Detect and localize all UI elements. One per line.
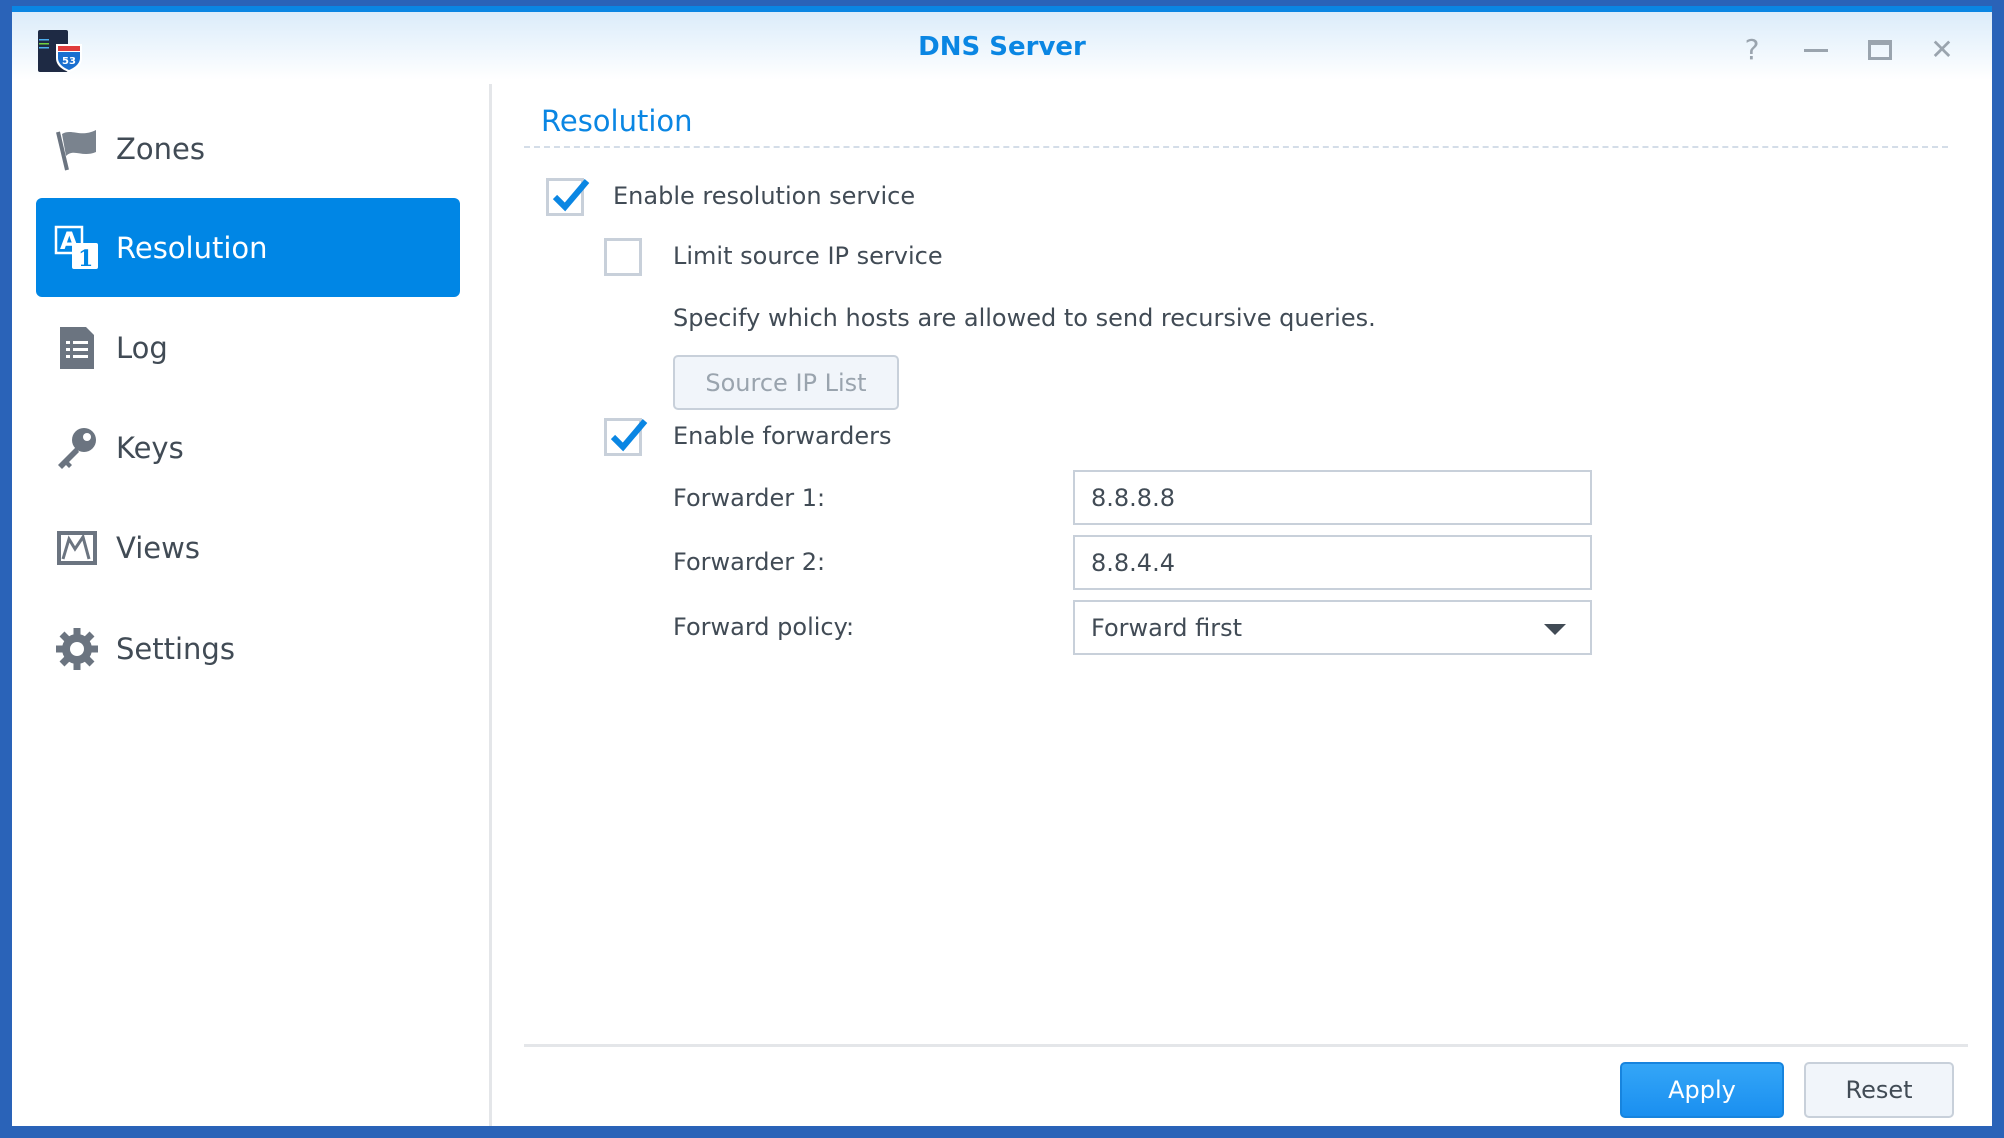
checkmark-icon [610, 419, 648, 452]
sidebar-item-label: Log [116, 330, 168, 365]
gear-icon [54, 626, 100, 672]
enable-resolution-checkbox[interactable] [546, 178, 590, 216]
sidebar-item-label: Zones [116, 131, 205, 166]
footer-divider [524, 1044, 1968, 1047]
views-icon [54, 525, 100, 571]
enable-forwarders-label: Enable forwarders [673, 422, 892, 450]
checkmark-icon [552, 179, 590, 212]
window-title: DNS Server [918, 32, 1086, 62]
sidebar-item-log[interactable]: Log [36, 298, 460, 397]
sidebar-item-label: Keys [116, 430, 184, 465]
sidebar-item-views[interactable]: Views [36, 498, 460, 597]
forwarder-2-input[interactable]: 8.8.4.4 [1073, 535, 1592, 590]
forward-policy-label: Forward policy: [673, 613, 855, 641]
key-icon [54, 425, 100, 471]
forward-policy-value: Forward first [1091, 613, 1243, 642]
resolution-panel: Resolution Enable resolution service Lim… [524, 80, 1992, 1126]
forward-policy-select[interactable]: Forward first [1073, 600, 1592, 655]
dns-server-window: 53 DNS Server ? ✕ Zones A1 Resolution Lo… [12, 6, 1992, 1126]
help-icon[interactable]: ? [1736, 34, 1768, 66]
title-bar: 53 DNS Server ? ✕ [12, 12, 1992, 80]
sidebar: Zones A1 Resolution Log Keys Views Setti… [12, 80, 491, 1126]
limit-source-ip-label: Limit source IP service [673, 242, 943, 270]
close-icon[interactable]: ✕ [1926, 34, 1958, 66]
chevron-down-icon [1544, 624, 1566, 635]
sidebar-item-resolution[interactable]: A1 Resolution [36, 198, 460, 297]
forwarder-2-label: Forwarder 2: [673, 548, 826, 576]
enable-forwarders-checkbox[interactable] [604, 418, 648, 456]
sidebar-item-label: Resolution [116, 230, 268, 265]
forwarder-1-input[interactable]: 8.8.8.8 [1073, 470, 1592, 525]
svg-text:1: 1 [78, 246, 93, 271]
log-icon [54, 325, 100, 371]
flag-icon [54, 126, 100, 172]
minimize-icon[interactable] [1800, 34, 1832, 66]
limit-source-ip-checkbox[interactable] [604, 238, 642, 276]
source-ip-list-button[interactable]: Source IP List [673, 355, 899, 410]
sidebar-item-zones[interactable]: Zones [36, 99, 460, 198]
reset-button[interactable]: Reset [1804, 1062, 1954, 1118]
sidebar-item-keys[interactable]: Keys [36, 398, 460, 497]
maximize-icon[interactable] [1864, 34, 1896, 66]
apply-button[interactable]: Apply [1620, 1062, 1784, 1118]
enable-resolution-label: Enable resolution service [613, 182, 916, 210]
page-title: Resolution [541, 104, 693, 138]
heading-divider [524, 146, 1948, 148]
sidebar-divider [489, 84, 492, 1126]
sidebar-item-label: Settings [116, 631, 235, 666]
sidebar-item-label: Views [116, 530, 200, 565]
resolution-icon: A1 [54, 225, 100, 271]
sidebar-item-settings[interactable]: Settings [36, 599, 460, 698]
limit-source-description: Specify which hosts are allowed to send … [673, 304, 1376, 332]
forwarder-1-label: Forwarder 1: [673, 484, 826, 512]
